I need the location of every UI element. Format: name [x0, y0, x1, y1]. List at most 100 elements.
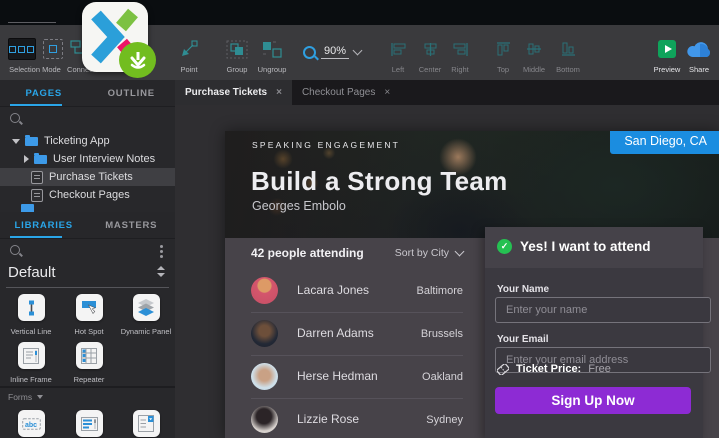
axure-app-window: Selection Mode Connect Insert Point Grou: [0, 0, 719, 438]
email-field-label: Your Email: [497, 334, 549, 345]
inline-frame-icon: [18, 342, 45, 369]
avatar: [251, 406, 278, 433]
widget-text-field[interactable]: abc: [4, 410, 58, 438]
tab-pages[interactable]: PAGES: [0, 80, 88, 106]
location-badge[interactable]: San Diego, CA: [610, 131, 719, 154]
ungroup-button[interactable]: Ungroup: [250, 37, 294, 74]
more-options-icon[interactable]: [160, 245, 163, 248]
widget-dynamic-panel[interactable]: Dynamic Panel: [119, 294, 173, 336]
hot-spot-icon: [76, 294, 103, 321]
dynamic-panel-icon: [133, 294, 160, 321]
chevron-down-icon: [455, 247, 465, 257]
point-label: Point: [169, 65, 209, 74]
panel-drag-handle: [8, 22, 56, 23]
selection-mode-button[interactable]: Selection Mode: [6, 37, 64, 74]
repeater-icon: [76, 342, 103, 369]
attendee-row[interactable]: Lizzie Rose Sydney: [251, 399, 463, 438]
hero-speaker: Georges Embolo: [252, 199, 346, 213]
collapse-arrow-icon[interactable]: [24, 155, 29, 163]
pages-search-row: [0, 106, 175, 131]
selection-mode-label: Selection Mode: [6, 65, 64, 74]
pages-tree: Ticketing App User Interview Notes Purch…: [0, 132, 175, 212]
droplist-icon: [133, 410, 160, 437]
text-field-icon: abc: [18, 410, 45, 437]
attendee-rows: Lacara Jones Baltimore Darren Adams Brus…: [251, 270, 463, 438]
tree-item-checkout-pages[interactable]: Checkout Pages: [0, 186, 175, 204]
attendee-count: 42 people attending: [251, 246, 364, 260]
left-panel: PAGES OUTLINE Ticketing App User Intervi…: [0, 80, 176, 438]
tab-masters[interactable]: MASTERS: [88, 212, 176, 238]
share-label: Share: [681, 65, 717, 74]
share-button[interactable]: Share: [681, 37, 717, 74]
sort-by-city-dropdown[interactable]: Sort by City: [395, 247, 463, 259]
price-value: Free: [588, 363, 611, 375]
sign-up-button[interactable]: Sign Up Now: [495, 387, 691, 414]
tab-outline[interactable]: OUTLINE: [88, 80, 176, 106]
zoom-value[interactable]: 90%: [321, 45, 349, 59]
selection-intersect-icon[interactable]: [8, 38, 36, 60]
align-bottom-icon: [547, 37, 589, 61]
section-caret-icon: [37, 395, 43, 399]
download-badge-icon: [119, 42, 156, 78]
hero-image[interactable]: SPEAKING ENGAGEMENT Build a Strong Team …: [225, 131, 719, 238]
close-tab-icon[interactable]: ×: [384, 87, 390, 98]
tree-item-purchase-tickets[interactable]: Purchase Tickets: [0, 168, 175, 186]
tree-item-partial[interactable]: [0, 204, 175, 212]
widget-inline-frame[interactable]: Inline Frame: [4, 342, 58, 384]
text-area-icon: [76, 410, 103, 437]
avatar: [251, 363, 278, 390]
vertical-line-icon: [18, 294, 45, 321]
tree-item-ticketing-app[interactable]: Ticketing App: [0, 132, 175, 150]
widget-droplist[interactable]: [119, 410, 173, 438]
zoom-chevron-down-icon[interactable]: [353, 46, 363, 56]
pages-panel-tabs: PAGES OUTLINE: [0, 80, 175, 107]
kit-name: Default: [8, 264, 56, 281]
close-tab-icon[interactable]: ×: [276, 87, 282, 98]
ticket-price-row: Ticket Price: Free: [497, 363, 611, 375]
align-right-label: Right: [440, 65, 480, 74]
point-mode-button[interactable]: Point: [169, 37, 209, 74]
canvas-tab-strip: Purchase Tickets × Checkout Pages ×: [175, 80, 719, 105]
widget-repeater[interactable]: Repeater: [62, 342, 116, 384]
hero-title: Build a Strong Team: [251, 166, 508, 197]
align-right-icon: [440, 37, 480, 61]
expand-arrow-icon[interactable]: [12, 139, 20, 144]
section-divider: [0, 386, 175, 388]
kit-stepper-icon[interactable]: [157, 266, 165, 277]
price-label: Ticket Price:: [516, 363, 581, 375]
tree-item-user-interview-notes[interactable]: User Interview Notes: [0, 150, 175, 168]
page-icon: [31, 171, 43, 184]
attendee-row[interactable]: Herse Hedman Oakland: [251, 356, 463, 399]
attendee-row[interactable]: Darren Adams Brussels: [251, 313, 463, 356]
canvas-tab-purchase-tickets[interactable]: Purchase Tickets ×: [175, 80, 292, 105]
tab-libraries[interactable]: LIBRARIES: [0, 212, 88, 238]
library-kit-selector[interactable]: Default: [0, 260, 175, 288]
design-canvas[interactable]: SPEAKING ENGAGEMENT Build a Strong Team …: [175, 105, 719, 438]
ungroup-label: Ungroup: [250, 65, 294, 74]
signup-form-card: ✓ Yes! I want to attend Your Name Your E…: [485, 227, 703, 438]
hero-eyebrow: SPEAKING ENGAGEMENT: [252, 140, 400, 150]
svg-text:abc: abc: [25, 422, 37, 429]
widget-vertical-line[interactable]: Vertical Line: [4, 294, 58, 336]
preview-play-icon: [658, 40, 676, 58]
forms-section-header[interactable]: Forms: [8, 392, 43, 402]
prototype-page[interactable]: SPEAKING ENGAGEMENT Build a Strong Team …: [225, 131, 719, 438]
align-bottom-button[interactable]: Bottom: [547, 37, 589, 74]
name-field-label: Your Name: [497, 284, 549, 295]
zoom-magnifier-icon: [303, 46, 316, 59]
page-icon: [31, 189, 43, 202]
name-input[interactable]: [495, 297, 711, 323]
attendee-row[interactable]: Lacara Jones Baltimore: [251, 270, 463, 313]
widget-hot-spot[interactable]: Hot Spot: [62, 294, 116, 336]
align-bottom-label: Bottom: [547, 65, 589, 74]
folder-icon: [34, 155, 47, 164]
align-right-button[interactable]: Right: [440, 37, 480, 74]
search-icon[interactable]: [10, 113, 20, 123]
search-icon[interactable]: [10, 245, 20, 255]
libraries-panel-tabs: LIBRARIES MASTERS: [0, 212, 175, 239]
widget-text-area[interactable]: [62, 410, 116, 438]
avatar: [251, 277, 278, 304]
canvas-tab-checkout-pages[interactable]: Checkout Pages ×: [292, 80, 400, 105]
ticket-icon: [497, 364, 509, 375]
zoom-control[interactable]: 90%: [303, 37, 381, 59]
